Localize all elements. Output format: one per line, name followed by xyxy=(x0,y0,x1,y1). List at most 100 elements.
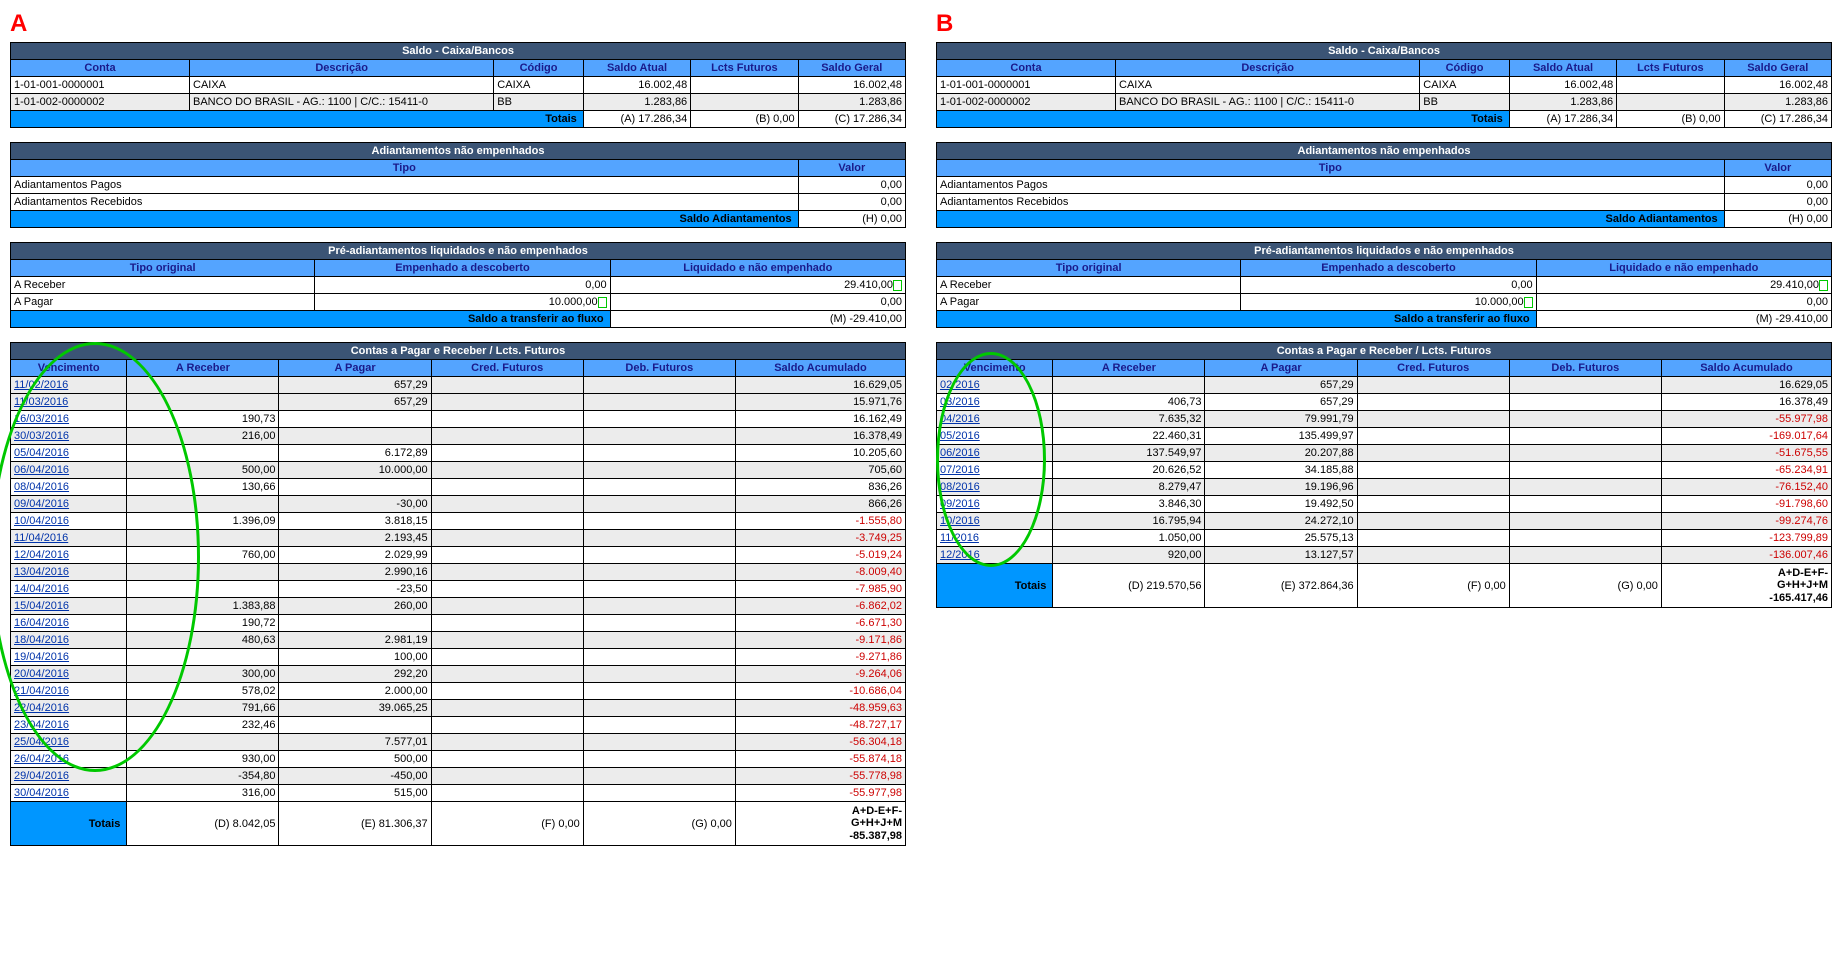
saldo-sgeral: 1.283,86 xyxy=(798,94,905,111)
hdr-venc: Vencimento xyxy=(11,360,127,377)
table-row-cred xyxy=(1357,479,1509,496)
table-row-rec: 232,46 xyxy=(127,717,279,734)
table-row-deb xyxy=(583,445,735,462)
table-row-deb xyxy=(583,462,735,479)
table-row-deb xyxy=(583,598,735,615)
table-row-rec: -354,80 xyxy=(127,768,279,785)
table-row-venc[interactable]: 18/04/2016 xyxy=(11,632,127,649)
table-row-venc[interactable]: 05/2016 xyxy=(937,428,1053,445)
table-row-venc[interactable]: 16/03/2016 xyxy=(11,411,127,428)
table-row-venc[interactable]: 29/04/2016 xyxy=(11,768,127,785)
table-row-venc[interactable]: 14/04/2016 xyxy=(11,581,127,598)
pre-tipo: A Pagar xyxy=(11,294,315,311)
table-row-venc[interactable]: 06/2016 xyxy=(937,445,1053,462)
table-row-rec xyxy=(127,564,279,581)
table-row-venc[interactable]: 08/2016 xyxy=(937,479,1053,496)
table-row-venc[interactable]: 13/04/2016 xyxy=(11,564,127,581)
hdr-deb: Deb. Futuros xyxy=(583,360,735,377)
table-row-cred xyxy=(431,615,583,632)
table-row-venc[interactable]: 30/03/2016 xyxy=(11,428,127,445)
table-row-venc[interactable]: 26/04/2016 xyxy=(11,751,127,768)
table-row-venc[interactable]: 16/04/2016 xyxy=(11,615,127,632)
table-row-pag: 292,20 xyxy=(279,666,431,683)
table-row-deb xyxy=(583,768,735,785)
table-row-cred xyxy=(431,649,583,666)
table-row-venc[interactable]: 30/04/2016 xyxy=(11,785,127,802)
table-row-pag xyxy=(279,479,431,496)
table-row-venc[interactable]: 08/04/2016 xyxy=(11,479,127,496)
table-row-sal: -56.304,18 xyxy=(735,734,905,751)
table-row-deb xyxy=(583,411,735,428)
table-row-sal: -9.264,06 xyxy=(735,666,905,683)
table-row-deb xyxy=(1509,445,1661,462)
table-row-venc[interactable]: 20/04/2016 xyxy=(11,666,127,683)
table-row-cred xyxy=(431,428,583,445)
saldo-desc: BANCO DO BRASIL - AG.: 1100 | C/C.: 1541… xyxy=(1116,94,1420,111)
table-row-rec xyxy=(127,649,279,666)
table-row-venc[interactable]: 09/04/2016 xyxy=(11,496,127,513)
table-row-cred xyxy=(431,479,583,496)
table-row-deb xyxy=(583,496,735,513)
table-row-sal: -48.959,63 xyxy=(735,700,905,717)
table-row-venc[interactable]: 10/04/2016 xyxy=(11,513,127,530)
table-row-rec: 20.626,52 xyxy=(1053,462,1205,479)
hdr-cod: Código xyxy=(494,60,584,77)
table-row-rec: 1.383,88 xyxy=(127,598,279,615)
hdr-pre-tipo: Tipo original xyxy=(11,260,315,277)
table-row-sal: 16.629,05 xyxy=(735,377,905,394)
table-row-sal: -99.274,76 xyxy=(1661,513,1831,530)
table-row-venc[interactable]: 11/03/2016 xyxy=(11,394,127,411)
adiant-table-a: Adiantamentos não empenhados Tipo Valor … xyxy=(10,142,906,228)
table-row-venc[interactable]: 23/04/2016 xyxy=(11,717,127,734)
saldo-conta: 1-01-002-0000002 xyxy=(937,94,1116,111)
contas-table-b: Contas a Pagar e Receber / Lcts. Futuros… xyxy=(936,342,1832,608)
table-row-venc[interactable]: 15/04/2016 xyxy=(11,598,127,615)
table-row-rec xyxy=(127,394,279,411)
table-row-pag: 515,00 xyxy=(279,785,431,802)
table-row-deb xyxy=(583,530,735,547)
table-row-venc[interactable]: 25/04/2016 xyxy=(11,734,127,751)
contas-tot-label-a: Totais xyxy=(11,802,127,846)
table-row-cred xyxy=(431,513,583,530)
table-row-venc[interactable]: 03/2016 xyxy=(937,394,1053,411)
table-row-venc[interactable]: 12/04/2016 xyxy=(11,547,127,564)
table-row-venc[interactable]: 12/2016 xyxy=(937,547,1053,564)
table-row-deb xyxy=(583,649,735,666)
saldo-lcts xyxy=(691,94,798,111)
table-row-venc[interactable]: 22/04/2016 xyxy=(11,700,127,717)
pre-liq: 0,00 xyxy=(1536,294,1831,311)
pre-tot-val: (M) -29.410,00 xyxy=(610,311,905,328)
table-row-venc[interactable]: 06/04/2016 xyxy=(11,462,127,479)
table-row-venc[interactable]: 11/04/2016 xyxy=(11,530,127,547)
hdr-tipo: Tipo xyxy=(11,160,799,177)
pre-tot-label: Saldo a transferir ao fluxo xyxy=(11,311,611,328)
saldo-cod: CAIXA xyxy=(1420,77,1510,94)
table-row-rec: 190,73 xyxy=(127,411,279,428)
table-row-venc[interactable]: 07/2016 xyxy=(937,462,1053,479)
saldo-desc: CAIXA xyxy=(190,77,494,94)
table-row-sal: -76.152,40 xyxy=(1661,479,1831,496)
hdr-valor: Valor xyxy=(798,160,905,177)
table-row-cred xyxy=(431,598,583,615)
table-row-venc[interactable]: 11/02/2016 xyxy=(11,377,127,394)
table-row-rec xyxy=(127,581,279,598)
table-row-venc[interactable]: 05/04/2016 xyxy=(11,445,127,462)
table-row-venc[interactable]: 02/2016 xyxy=(937,377,1053,394)
table-row-deb xyxy=(1509,496,1661,513)
table-row-venc[interactable]: 04/2016 xyxy=(937,411,1053,428)
green-marker-icon xyxy=(1524,297,1533,308)
table-row-pag: 2.990,16 xyxy=(279,564,431,581)
saldo-satual: 16.002,48 xyxy=(1509,77,1616,94)
table-row-venc[interactable]: 19/04/2016 xyxy=(11,649,127,666)
hdr-lcts: Lcts Futuros xyxy=(691,60,798,77)
table-row-venc[interactable]: 09/2016 xyxy=(937,496,1053,513)
table-row-pag: 19.196,96 xyxy=(1205,479,1357,496)
adiant-tipo: Adiantamentos Recebidos xyxy=(11,194,799,211)
table-row-pag: 79.991,79 xyxy=(1205,411,1357,428)
adiant-table-b: Adiantamentos não empenhados Tipo Valor … xyxy=(936,142,1832,228)
table-row-venc[interactable]: 21/04/2016 xyxy=(11,683,127,700)
table-row-venc[interactable]: 10/2016 xyxy=(937,513,1053,530)
contas-table-a: Contas a Pagar e Receber / Lcts. Futuros… xyxy=(10,342,906,846)
table-row-venc[interactable]: 11/2016 xyxy=(937,530,1053,547)
table-row-sal: -8.009,40 xyxy=(735,564,905,581)
